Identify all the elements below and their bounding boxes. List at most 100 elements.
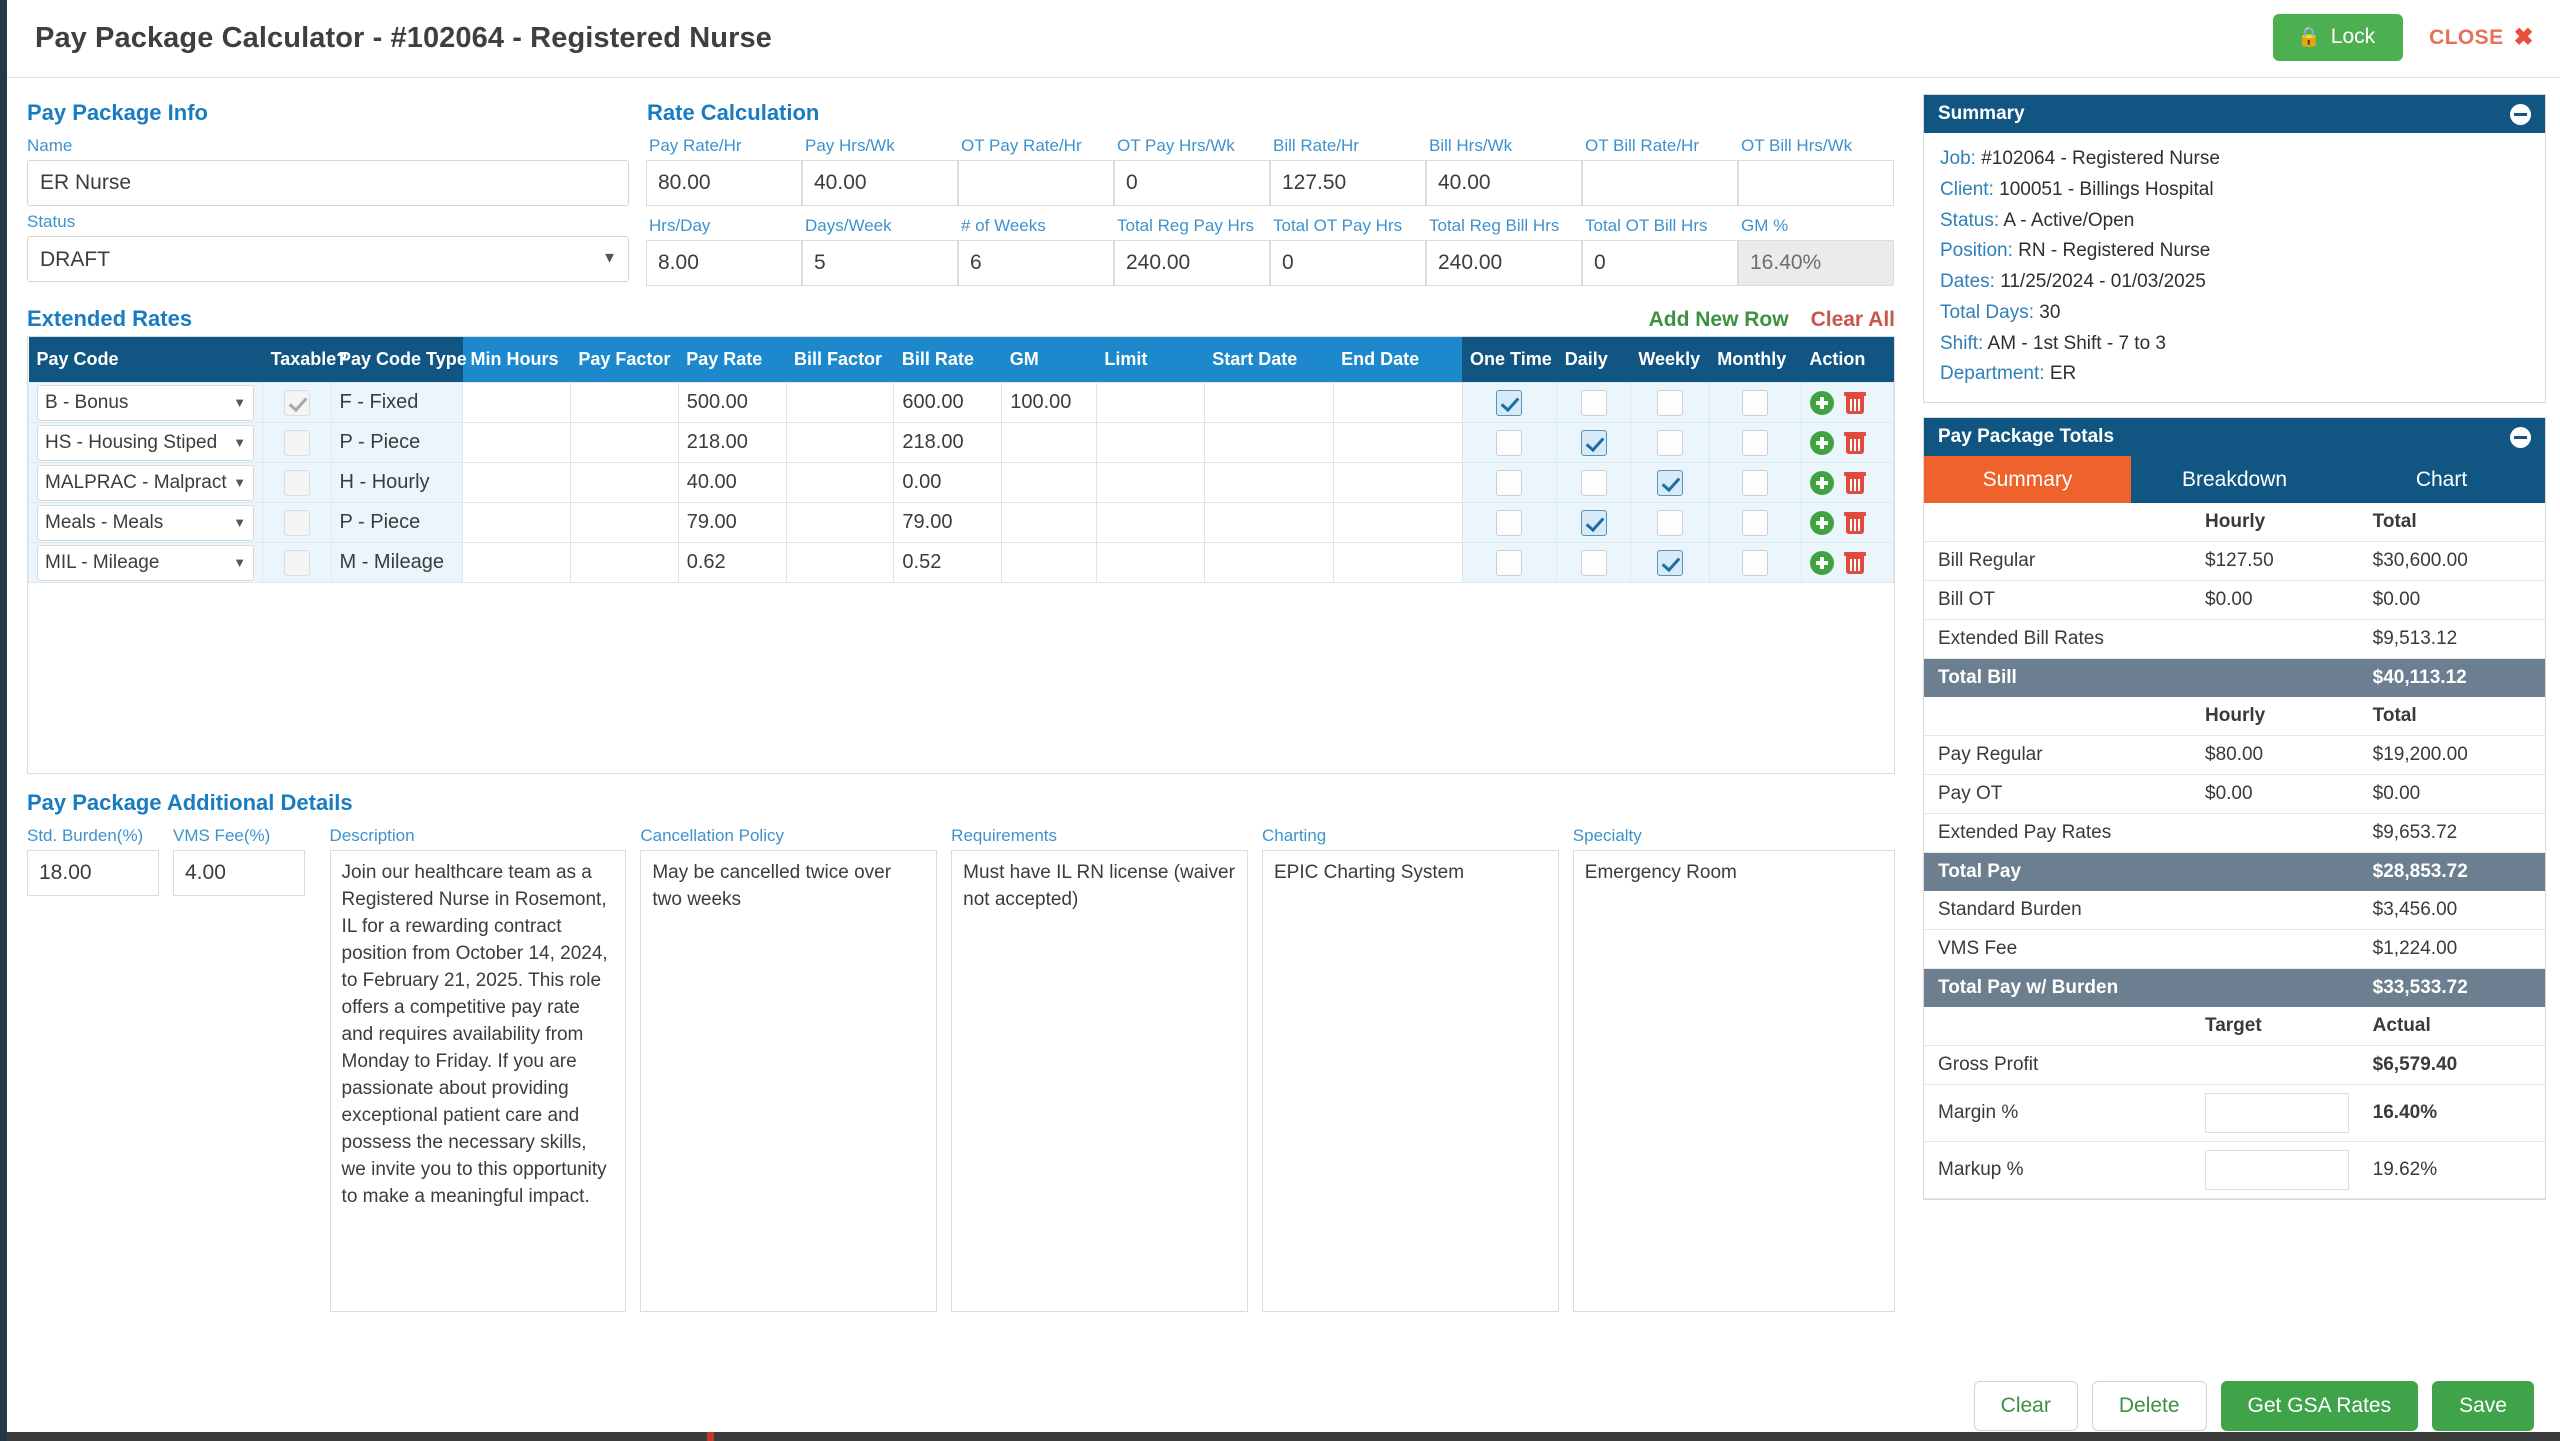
rc-input-total-reg-pay-hrs[interactable] xyxy=(1114,240,1270,286)
delete-row-icon[interactable] xyxy=(1843,391,1866,415)
taxable-checkbox[interactable] xyxy=(283,429,310,456)
tab-chart[interactable]: Chart xyxy=(2338,456,2545,504)
one-time-checkbox[interactable] xyxy=(1496,509,1523,536)
one-time-checkbox[interactable] xyxy=(1496,429,1523,456)
status-select[interactable]: DRAFT xyxy=(27,236,629,282)
row-limit-cell[interactable] xyxy=(1095,502,1205,543)
lock-button[interactable]: 🔒 Lock xyxy=(2273,14,2404,61)
row-start-date-cell[interactable] xyxy=(1203,462,1334,503)
row-min-hours-cell[interactable] xyxy=(462,502,571,543)
margin-target-input[interactable] xyxy=(2205,1093,2349,1134)
add-row-icon[interactable] xyxy=(1809,550,1834,575)
taxable-checkbox[interactable] xyxy=(283,549,310,576)
add-row-icon[interactable] xyxy=(1809,510,1834,535)
row-bill-factor-cell[interactable] xyxy=(785,462,895,503)
row-start-date-cell[interactable] xyxy=(1203,502,1334,543)
save-button[interactable]: Save xyxy=(2432,1381,2534,1431)
rc-input-ot-pay-rate-hr[interactable] xyxy=(958,160,1114,206)
row-min-hours-cell[interactable] xyxy=(462,382,571,423)
taxable-checkbox[interactable] xyxy=(283,389,310,416)
requirements-textarea[interactable]: Must have IL RN license (waiver not acce… xyxy=(951,850,1248,1312)
row-min-hours-cell[interactable] xyxy=(462,462,571,503)
row-bill-rate-cell[interactable]: 0.52 xyxy=(893,542,1003,583)
clear-all-link[interactable]: Clear All xyxy=(1811,308,1895,332)
rc-input-ot-bill-rate-hr[interactable] xyxy=(1582,160,1738,206)
row-bill-factor-cell[interactable] xyxy=(785,382,895,423)
rc-input-total-reg-bill-hrs[interactable] xyxy=(1426,240,1582,286)
delete-button[interactable]: Delete xyxy=(2091,1381,2207,1431)
row-limit-cell[interactable] xyxy=(1095,382,1205,423)
delete-row-icon[interactable] xyxy=(1843,471,1866,495)
monthly-checkbox[interactable] xyxy=(1742,389,1769,416)
rc-input-days-week[interactable] xyxy=(802,240,958,286)
rc-input-total-ot-pay-hrs[interactable] xyxy=(1270,240,1426,286)
row-bill-factor-cell[interactable] xyxy=(785,502,895,543)
row-bill-rate-cell[interactable]: 79.00 xyxy=(893,502,1003,543)
row-bill-rate-cell[interactable]: 0.00 xyxy=(893,462,1003,503)
delete-row-icon[interactable] xyxy=(1843,431,1866,455)
taxable-checkbox[interactable] xyxy=(283,509,310,536)
rc-input-pay-rate-hr[interactable] xyxy=(646,160,802,206)
one-time-checkbox[interactable] xyxy=(1496,549,1523,576)
std-burden-input[interactable] xyxy=(27,850,159,896)
one-time-checkbox[interactable] xyxy=(1496,389,1523,416)
row-start-date-cell[interactable] xyxy=(1203,422,1334,463)
add-row-icon[interactable] xyxy=(1809,470,1834,495)
row-bill-factor-cell[interactable] xyxy=(785,542,895,583)
add-new-row-link[interactable]: Add New Row xyxy=(1649,308,1789,332)
row-start-date-cell[interactable] xyxy=(1203,382,1334,423)
tab-breakdown[interactable]: Breakdown xyxy=(2131,456,2338,504)
pay-code-select[interactable]: MALPRAC - Malpractice xyxy=(37,464,255,501)
rc-input-num-weeks[interactable] xyxy=(958,240,1114,286)
monthly-checkbox[interactable] xyxy=(1742,509,1769,536)
row-gm-cell[interactable]: 100.00 xyxy=(1001,382,1097,423)
pay-code-select[interactable]: MIL - Mileage xyxy=(37,544,255,581)
row-pay-rate-cell[interactable]: 79.00 xyxy=(677,502,787,543)
rc-input-ot-bill-hrs-wk[interactable] xyxy=(1738,160,1894,206)
weekly-checkbox[interactable] xyxy=(1656,389,1683,416)
pay-code-select[interactable]: HS - Housing Stiped xyxy=(37,424,255,461)
daily-checkbox[interactable] xyxy=(1580,389,1607,416)
minus-circle-icon[interactable] xyxy=(2510,103,2531,125)
tab-summary[interactable]: Summary xyxy=(1924,456,2131,504)
cancellation-textarea[interactable]: May be cancelled twice over two weeks xyxy=(640,850,938,1312)
monthly-checkbox[interactable] xyxy=(1742,469,1769,496)
daily-checkbox[interactable] xyxy=(1580,509,1607,536)
row-start-date-cell[interactable] xyxy=(1203,542,1334,583)
clear-button[interactable]: Clear xyxy=(1973,1381,2078,1431)
rc-input-total-ot-bill-hrs[interactable] xyxy=(1582,240,1738,286)
close-button[interactable]: CLOSE ✖ xyxy=(2429,23,2534,52)
rc-input-bill-rate-hr[interactable] xyxy=(1270,160,1426,206)
row-bill-rate-cell[interactable]: 600.00 xyxy=(893,382,1003,423)
row-pay-factor-cell[interactable] xyxy=(569,542,679,583)
row-end-date-cell[interactable] xyxy=(1332,422,1463,463)
row-gm-cell[interactable] xyxy=(1001,462,1097,503)
row-gm-cell[interactable] xyxy=(1001,502,1097,543)
row-pay-rate-cell[interactable]: 40.00 xyxy=(677,462,787,503)
row-end-date-cell[interactable] xyxy=(1332,502,1463,543)
specialty-textarea[interactable]: Emergency Room xyxy=(1572,850,1895,1312)
daily-checkbox[interactable] xyxy=(1580,549,1607,576)
taxable-checkbox[interactable] xyxy=(283,469,310,496)
rc-input-bill-hrs-wk[interactable] xyxy=(1426,160,1582,206)
daily-checkbox[interactable] xyxy=(1580,469,1607,496)
pay-code-select[interactable]: Meals - Meals xyxy=(37,504,255,541)
row-pay-factor-cell[interactable] xyxy=(569,382,679,423)
row-end-date-cell[interactable] xyxy=(1332,542,1463,583)
row-bill-factor-cell[interactable] xyxy=(785,422,895,463)
weekly-checkbox[interactable] xyxy=(1656,429,1683,456)
row-end-date-cell[interactable] xyxy=(1332,382,1463,423)
rc-input-pay-hrs-wk[interactable] xyxy=(802,160,958,206)
row-gm-cell[interactable] xyxy=(1001,422,1097,463)
delete-row-icon[interactable] xyxy=(1843,511,1866,535)
add-row-icon[interactable] xyxy=(1809,390,1834,415)
weekly-checkbox[interactable] xyxy=(1656,469,1683,496)
description-textarea[interactable]: Join our healthcare team as a Registered… xyxy=(329,850,627,1312)
rc-input-ot-pay-hrs-wk[interactable] xyxy=(1114,160,1270,206)
row-limit-cell[interactable] xyxy=(1095,462,1205,503)
monthly-checkbox[interactable] xyxy=(1742,549,1769,576)
row-pay-factor-cell[interactable] xyxy=(569,462,679,503)
weekly-checkbox[interactable] xyxy=(1656,549,1683,576)
get-gsa-rates-button[interactable]: Get GSA Rates xyxy=(2220,1381,2419,1431)
one-time-checkbox[interactable] xyxy=(1496,469,1523,496)
